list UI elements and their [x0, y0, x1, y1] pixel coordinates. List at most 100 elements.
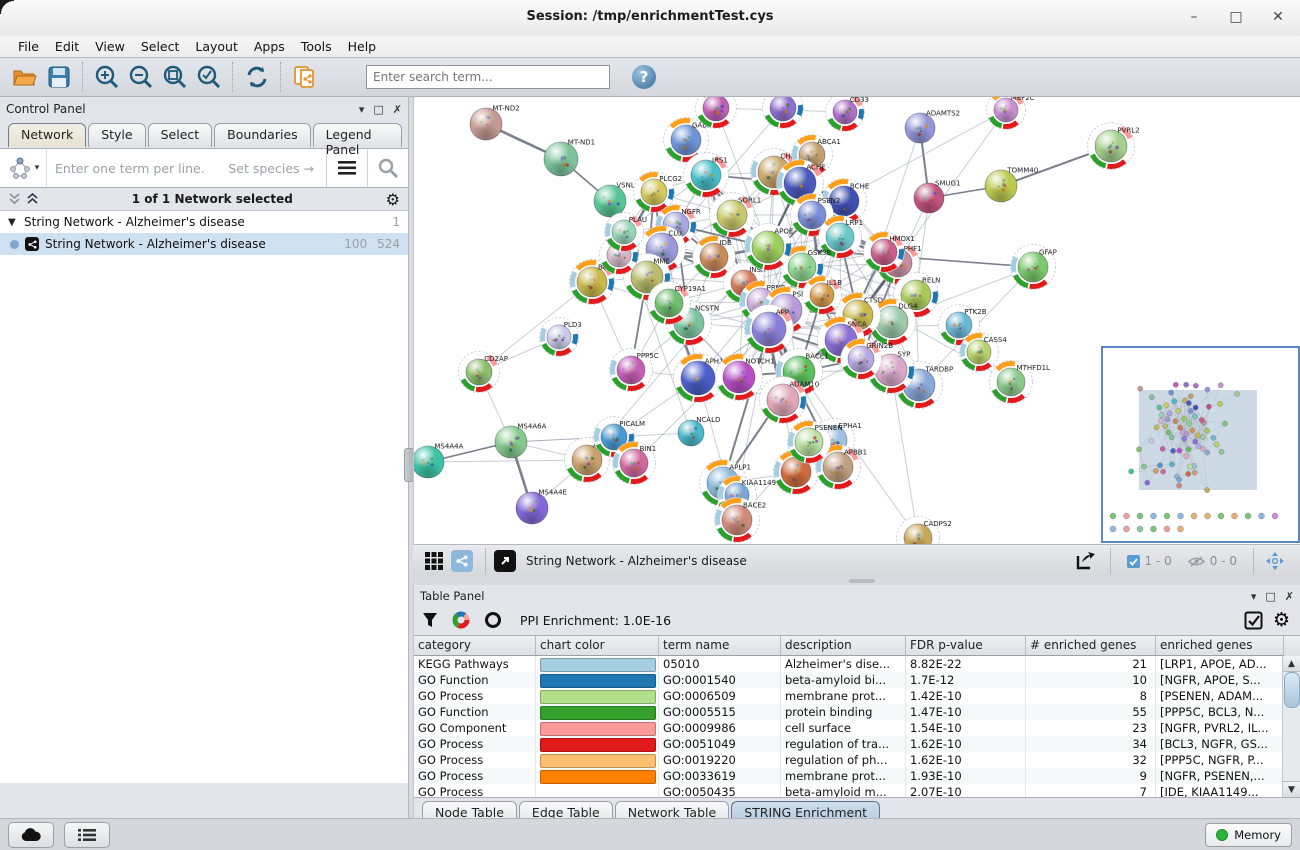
column-header-FDR-p-value[interactable]: FDR p-value [906, 636, 1026, 656]
menu-apps[interactable]: Apps [246, 37, 293, 56]
maximize-button[interactable]: □ [1224, 6, 1248, 28]
network-node-ADAMTS2[interactable]: ADAMTS2 [905, 109, 960, 143]
network-node-TOMM40[interactable]: TOMM40 [985, 166, 1038, 202]
scroll-down-arrow[interactable]: ▼ [1283, 781, 1300, 797]
menu-file[interactable]: File [10, 37, 47, 56]
network-node-IRS1[interactable]: IRS1 [684, 153, 729, 198]
chart-button[interactable] [452, 611, 470, 629]
table-panel-float-icon[interactable]: □ [1265, 590, 1275, 603]
filter-button[interactable] [422, 612, 438, 628]
table-row[interactable]: GO ProcessGO:0006509membrane prot...1.42… [414, 688, 1300, 704]
close-button[interactable]: ✕ [1266, 6, 1290, 28]
collapse-all-icon[interactable] [8, 193, 21, 205]
set-species-link[interactable]: Set species → [228, 161, 326, 176]
column-header--enriched-genes[interactable]: # enriched genes [1026, 636, 1156, 656]
column-header-category[interactable]: category [414, 636, 536, 656]
table-panel-menu-icon[interactable]: ▾ [1251, 590, 1257, 603]
panel-float-icon[interactable]: □ [373, 103, 383, 116]
tree-expand-caret[interactable]: ▼ [8, 217, 24, 228]
zoom-selected-button[interactable] [192, 61, 226, 93]
table-row[interactable]: GO ProcessGO:0050435beta-amyloid m...2.0… [414, 784, 1300, 797]
string-search-button[interactable] [368, 149, 408, 187]
network-node-NCALD[interactable]: NCALD [678, 416, 720, 446]
network-node-MT-ND2[interactable]: MT-ND2 [470, 104, 520, 140]
cloud-tasks-button[interactable] [8, 822, 54, 848]
navigator-button[interactable] [1262, 549, 1288, 573]
network-row-selected[interactable]: String Network - Alzheimer's disease 100… [0, 233, 408, 255]
network-collection-row[interactable]: ▼ String Network - Alzheimer's disease 1 [0, 211, 408, 233]
birds-eye-view[interactable] [1101, 346, 1300, 543]
tab-select[interactable]: Select [148, 123, 213, 147]
network-node-PLD3[interactable]: PLD3 [540, 318, 582, 357]
open-session-button[interactable] [8, 61, 42, 93]
tab-style[interactable]: Style [88, 123, 145, 147]
table-row[interactable]: KEGG Pathways05010Alzheimer's dise...8.8… [414, 656, 1300, 672]
string-query-input[interactable]: Enter one term per line. [47, 161, 228, 176]
network-node-MT-ND1[interactable]: MT-ND1 [544, 139, 595, 176]
task-history-button[interactable] [64, 822, 110, 848]
horizontal-splitter[interactable] [413, 577, 1300, 585]
column-header-description[interactable]: description [781, 636, 906, 656]
table-row[interactable]: GO ComponentGO:0009986cell surface1.54E-… [414, 720, 1300, 736]
network-node-CD2AP[interactable]: CD2AP [459, 352, 508, 393]
zoom-in-button[interactable] [90, 61, 124, 93]
network-node-TREM2[interactable]: TREM2 [696, 97, 746, 129]
open-in-view-button[interactable] [494, 550, 516, 572]
table-row[interactable]: GO ProcessGO:0033619membrane prot...1.93… [414, 768, 1300, 784]
tab-boundaries[interactable]: Boundaries [214, 123, 310, 147]
network-node-MEF2C[interactable]: MEF2C [987, 97, 1035, 130]
panel-close-icon[interactable]: ✗ [393, 103, 402, 116]
column-header-chart-color[interactable]: chart color [536, 636, 659, 656]
menu-tools[interactable]: Tools [293, 37, 340, 56]
table-row[interactable]: GO FunctionGO:0001540beta-amyloid bi...1… [414, 672, 1300, 688]
table-row[interactable]: GO FunctionGO:0005515protein binding1.47… [414, 704, 1300, 720]
search-input[interactable] [366, 65, 610, 89]
ring-chart-button[interactable] [484, 611, 502, 629]
network-node-BACE2[interactable]: BACE2 [715, 498, 767, 543]
column-header-term-name[interactable]: term name [659, 636, 781, 656]
string-logo[interactable]: ▾ [0, 149, 47, 187]
network-node-VSNL1[interactable]: VSNL1 [594, 181, 639, 217]
network-node-BIN1[interactable]: BIN1 [613, 442, 657, 485]
grid-view-button[interactable] [421, 549, 447, 573]
save-session-button[interactable] [42, 61, 76, 93]
network-node-APP[interactable]: APP [745, 305, 794, 354]
memory-button[interactable]: Memory [1205, 823, 1292, 847]
tab-network[interactable]: Network [8, 123, 86, 147]
menu-edit[interactable]: Edit [47, 37, 87, 56]
zoom-fit-button[interactable] [158, 61, 192, 93]
zoom-out-button[interactable] [124, 61, 158, 93]
network-node-MS4A4E[interactable]: MS4A4E [516, 488, 567, 524]
network-node-CD33[interactable]: CD33 [826, 97, 869, 132]
table-settings-button[interactable]: ⚙ [1273, 609, 1290, 631]
help-button[interactable]: ? [632, 65, 656, 89]
menu-help[interactable]: Help [340, 37, 385, 56]
select-columns-button[interactable] [1244, 611, 1263, 630]
network-canvas[interactable]: MT-ND2MT-ND1VSNL1GAB2TREM2CR1CD33ADAMTS2… [413, 97, 1300, 544]
table-row[interactable]: GO ProcessGO:0019220regulation of ph...1… [414, 752, 1300, 768]
string-view-button[interactable] [451, 550, 473, 572]
network-node-MS4A4A[interactable]: MS4A4A [414, 442, 464, 478]
menu-select[interactable]: Select [133, 37, 188, 56]
panel-menu-icon[interactable]: ▾ [359, 103, 365, 116]
network-node-CADPS2[interactable]: CADPS2 [897, 517, 952, 545]
network-node-CR1[interactable]: CR1 [763, 97, 804, 129]
clone-network-button[interactable] [288, 61, 322, 93]
menu-layout[interactable]: Layout [187, 37, 246, 56]
minimize-button[interactable]: – [1182, 6, 1206, 28]
network-node-PVRL2[interactable]: PVRL2 [1088, 123, 1140, 170]
network-node-MTHFD1L[interactable]: MTHFD1L [990, 361, 1051, 404]
table-panel-close-icon[interactable]: ✗ [1285, 590, 1294, 603]
column-header-enriched-genes[interactable]: enriched genes [1156, 636, 1284, 656]
network-node-GFAP[interactable]: GFAP [1011, 245, 1057, 290]
network-options-gear-icon[interactable]: ⚙ [386, 190, 400, 209]
string-options-button[interactable] [327, 149, 367, 187]
refresh-button[interactable] [240, 61, 274, 93]
scrollbar-thumb[interactable] [1284, 672, 1300, 708]
scroll-up-arrow[interactable]: ▲ [1283, 656, 1300, 672]
table-row[interactable]: GO ProcessGO:0051049regulation of tra...… [414, 736, 1300, 752]
menu-view[interactable]: View [87, 37, 133, 56]
expand-all-icon[interactable] [26, 193, 39, 205]
table-vertical-scrollbar[interactable]: ▲ ▼ [1282, 656, 1300, 797]
tab-legend-panel[interactable]: Legend Panel [313, 123, 402, 147]
